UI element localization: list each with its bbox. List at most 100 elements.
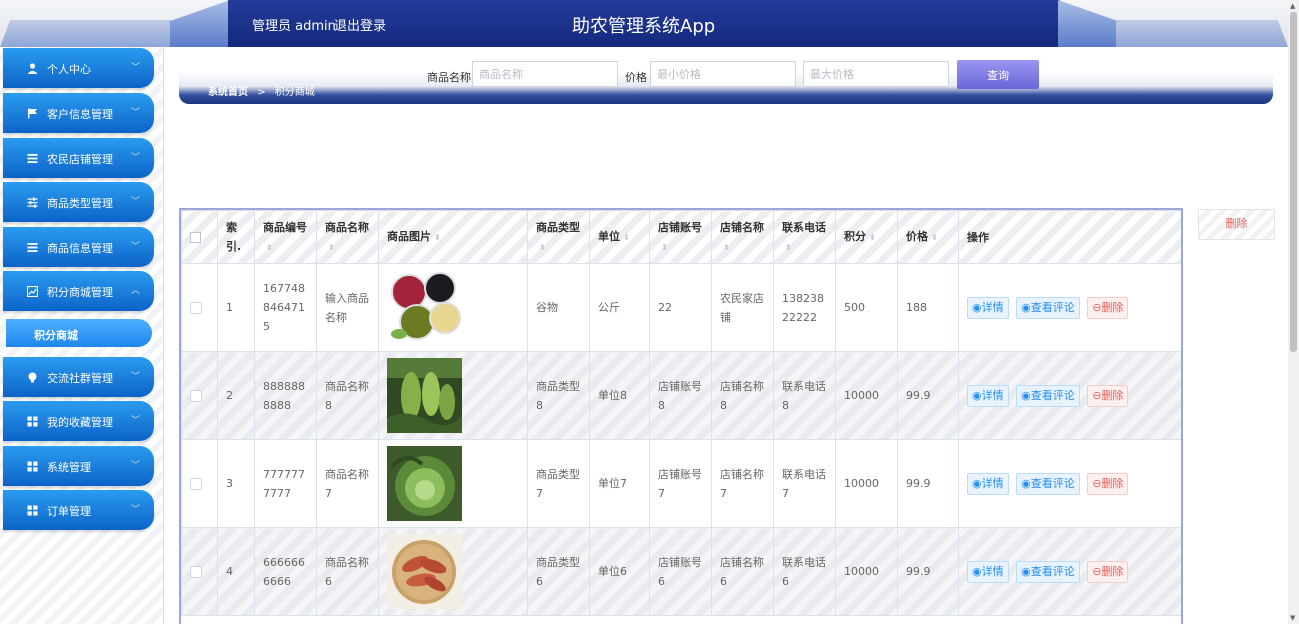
sort-icon[interactable]: ⬍ [623, 233, 630, 242]
chevron-up-icon: ︿ [131, 286, 141, 296]
sort-icon[interactable]: ⬍ [931, 233, 938, 242]
cell-points: 500 [835, 263, 898, 352]
header-price[interactable]: 价格 ⬍ [897, 210, 959, 264]
row-select-cell[interactable] [181, 263, 218, 352]
breadcrumb-separator: > [257, 87, 266, 98]
sidebar-subitem-points-mall[interactable]: 积分商城 [6, 319, 152, 347]
header-account[interactable]: 店铺账号 ⬍ [649, 210, 712, 264]
row-select-cell[interactable] [181, 527, 218, 616]
cell-index: 1 [217, 263, 255, 352]
row-checkbox[interactable] [190, 478, 202, 490]
cell-ops: ◉详情 ◉查看评论 ⊖删除 [958, 351, 1181, 440]
cell-price: 99.9 [897, 351, 959, 440]
list-icon [25, 240, 39, 254]
scroll-down-icon[interactable]: ▼ [1290, 614, 1295, 622]
comment-label: 查看评论 [1030, 564, 1075, 578]
cell-code: 8888888888 [254, 351, 317, 440]
cell-price: 188 [897, 263, 959, 352]
sidebar-item-orders[interactable]: 订单管理 ﹀ [3, 490, 154, 530]
cell-code: 7777777777 [254, 439, 317, 528]
sort-icon[interactable]: ⬍ [869, 233, 876, 242]
max-price-input[interactable] [803, 61, 949, 87]
row-checkbox[interactable] [190, 302, 202, 314]
sidebar-item-farmer-shop[interactable]: 农民店铺管理 ﹀ [3, 138, 154, 178]
sort-icon[interactable]: ⬍ [434, 233, 441, 242]
table-row: 3 7777777777 商品名称7 商品类型7 单位7 店铺账号7 店铺名称7 [181, 439, 1181, 528]
logout-link[interactable]: 退出登录 [334, 15, 386, 34]
delete-button[interactable]: ⊖删除 [1087, 560, 1129, 583]
cell-shop: 店铺名称8 [711, 351, 774, 440]
flag-icon [25, 106, 39, 120]
sort-icon[interactable]: ⬍ [661, 243, 668, 252]
cell-points: 10000 [835, 527, 898, 616]
sort-icon[interactable]: ⬍ [723, 243, 730, 252]
header-label: 联系电话 [782, 220, 826, 234]
chevron-down-icon: ﹀ [131, 63, 141, 73]
sort-icon[interactable]: ⬍ [328, 243, 335, 252]
row-select-cell[interactable] [181, 351, 218, 440]
view-comments-button[interactable]: ◉查看评论 [1016, 384, 1080, 407]
row-select-cell[interactable] [181, 439, 218, 528]
header-phone[interactable]: 联系电话 ⬍ [773, 210, 836, 264]
cell-unit: 公斤 [589, 263, 650, 352]
cell-code: 6666666666 [254, 527, 317, 616]
product-image-cabbage[interactable] [387, 446, 462, 521]
header-type[interactable]: 商品类型 ⬍ [527, 210, 590, 264]
sort-icon[interactable]: ⬍ [266, 243, 273, 252]
header-unit[interactable]: 单位 ⬍ [589, 210, 650, 264]
batch-delete-button[interactable]: 删除 [1198, 209, 1275, 240]
chevron-down-icon: ﹀ [131, 197, 141, 207]
product-image-sweet-potatoes[interactable] [387, 534, 462, 609]
cell-type: 商品类型7 [527, 439, 590, 528]
delete-button[interactable]: ⊖删除 [1087, 384, 1129, 407]
sidebar-item-label: 系统管理 [47, 461, 91, 474]
sidebar-item-product-info[interactable]: 商品信息管理 ﹀ [3, 227, 154, 267]
breadcrumb-home[interactable]: 系统首页 [208, 87, 248, 98]
comment-label: 查看评论 [1030, 388, 1075, 402]
product-name-input[interactable] [472, 61, 618, 87]
view-comments-button[interactable]: ◉查看评论 [1016, 560, 1080, 583]
vertical-scrollbar[interactable]: ▲ ▼ [1288, 0, 1299, 624]
product-image-bitter-melon[interactable] [387, 358, 462, 433]
sidebar-item-customer-info[interactable]: 客户信息管理 ﹀ [3, 93, 154, 133]
detail-button[interactable]: ◉详情 [967, 384, 1009, 407]
detail-button[interactable]: ◉详情 [967, 472, 1009, 495]
product-image-grains[interactable] [387, 270, 462, 345]
detail-button[interactable]: ◉详情 [967, 560, 1009, 583]
header-code[interactable]: 商品编号 ⬍ [254, 210, 317, 264]
table-row: 2 8888888888 商品名称8 商品类型8 单位8 店铺账号8 店铺名称8… [181, 351, 1181, 440]
cell-unit: 单位7 [589, 439, 650, 528]
sidebar-item-personal-center[interactable]: 个人中心 ﹀ [3, 48, 154, 88]
sidebar-item-points-mall[interactable]: 积分商城管理 ︿ [3, 271, 154, 311]
detail-button[interactable]: ◉详情 [967, 296, 1009, 319]
chevron-down-icon: ﹀ [131, 108, 141, 118]
header-shop[interactable]: 店铺名称 ⬍ [711, 210, 774, 264]
view-comments-button[interactable]: ◉查看评论 [1016, 296, 1080, 319]
select-all-header[interactable] [181, 210, 218, 264]
sidebar-item-system[interactable]: 系统管理 ﹀ [3, 446, 154, 486]
sidebar-item-label: 订单管理 [47, 505, 91, 518]
row-checkbox[interactable] [190, 566, 202, 578]
cell-price: 99.9 [897, 439, 959, 528]
sidebar-item-product-type[interactable]: 商品类型管理 ﹀ [3, 182, 154, 222]
view-comments-button[interactable]: ◉查看评论 [1016, 472, 1080, 495]
sidebar-item-community[interactable]: 交流社群管理 ﹀ [3, 357, 154, 397]
delete-button[interactable]: ⊖删除 [1087, 472, 1129, 495]
sidebar-item-favorites[interactable]: 我的收藏管理 ﹀ [3, 401, 154, 441]
row-checkbox[interactable] [190, 390, 202, 402]
comment-label: 查看评论 [1030, 476, 1075, 490]
scroll-up-icon[interactable]: ▲ [1290, 2, 1295, 10]
min-price-input[interactable] [650, 61, 796, 87]
sort-icon[interactable]: ⬍ [539, 243, 546, 252]
cell-account: 店铺账号8 [649, 351, 712, 440]
header-label: 商品名称 [325, 220, 369, 234]
header-points[interactable]: 积分 ⬍ [835, 210, 898, 264]
delete-button[interactable]: ⊖删除 [1087, 296, 1129, 319]
header-name[interactable]: 商品名称 ⬍ [316, 210, 379, 264]
sort-icon[interactable]: ⬍ [785, 243, 792, 252]
header-image[interactable]: 商品图片 ⬍ [378, 210, 528, 264]
select-all-checkbox[interactable] [190, 232, 201, 243]
sidebar-item-label: 交流社群管理 [47, 372, 113, 385]
scrollbar-thumb[interactable] [1290, 12, 1297, 352]
query-button[interactable]: 查询 [957, 60, 1039, 89]
